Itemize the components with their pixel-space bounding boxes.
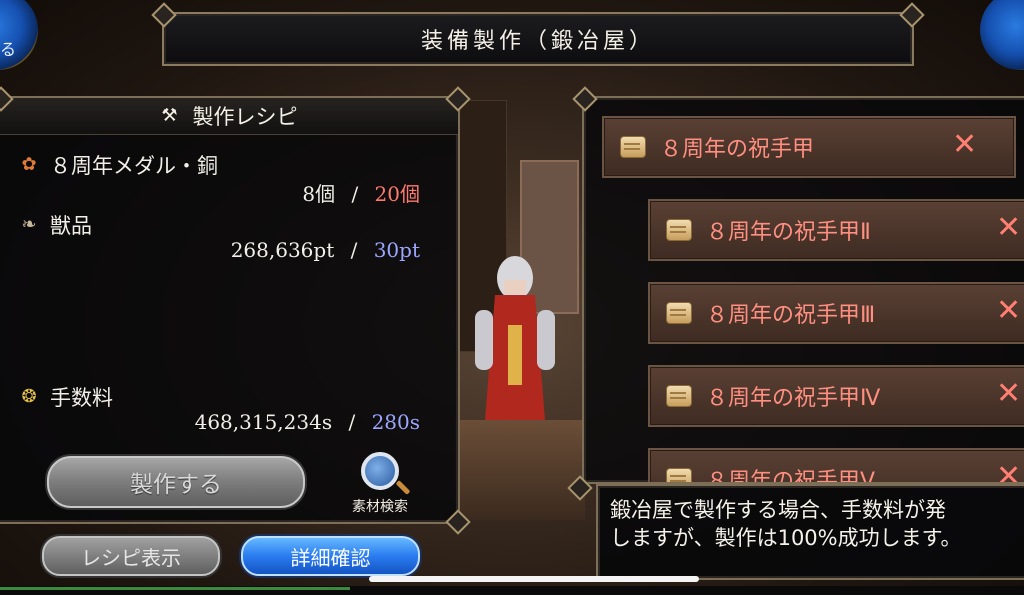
material-search-button[interactable]: 素材検索 bbox=[338, 450, 422, 516]
scroll-icon bbox=[666, 219, 692, 241]
orb-badge-text: る bbox=[0, 40, 17, 59]
list-item-label: ８周年の祝手甲Ⅳ bbox=[706, 386, 881, 411]
material-row-beast: ❧ 獣品 bbox=[18, 210, 92, 240]
feather-icon: ❧ bbox=[21, 214, 37, 235]
list-item-label: ８周年の祝手甲Ⅴ bbox=[706, 469, 876, 484]
npc-character bbox=[475, 256, 555, 420]
top-right-orb-decoration bbox=[980, 0, 1024, 70]
item-list-panel[interactable]: ８周年の祝手甲 ✕ ８周年の祝手甲Ⅱ ✕ ８周年の祝手甲Ⅲ ✕ ８周年の祝手甲Ⅳ… bbox=[582, 96, 1024, 484]
home-indicator[interactable] bbox=[369, 576, 699, 582]
scroll-icon bbox=[666, 302, 692, 324]
close-icon[interactable]: ✕ bbox=[996, 458, 1021, 482]
list-item[interactable]: ８周年の祝手甲Ⅱ ✕ bbox=[648, 199, 1024, 261]
fee-values: 468,315,234s / 280s bbox=[195, 410, 420, 434]
info-message-box: 鍛冶屋で製作する場合、手数料が発 しますが、製作は100%成功します。 bbox=[596, 484, 1024, 580]
anvil-icon: ⚒ bbox=[161, 105, 178, 126]
details-button[interactable]: 詳細確認 bbox=[241, 536, 420, 576]
list-item-label: ８周年の祝手甲Ⅱ bbox=[706, 220, 871, 245]
craft-button-label: 製作する bbox=[130, 472, 222, 498]
scroll-icon bbox=[666, 385, 692, 407]
fee-row: ❂ 手数料 bbox=[18, 382, 113, 412]
page-title: 装備製作（鍛冶屋） bbox=[420, 29, 655, 54]
info-message: 鍛冶屋で製作する場合、手数料が発 しますが、製作は100%成功します。 bbox=[610, 496, 1024, 552]
material-name: ８周年メダル・銅 bbox=[50, 154, 218, 178]
top-left-orb-button[interactable]: る bbox=[0, 0, 38, 70]
background-counter bbox=[455, 420, 585, 520]
list-item[interactable]: ８周年の祝手甲 ✕ bbox=[602, 116, 1016, 178]
list-item[interactable]: ８周年の祝手甲Ⅳ ✕ bbox=[648, 365, 1024, 427]
owned-value: 268,636pt bbox=[230, 238, 335, 262]
close-icon[interactable]: ✕ bbox=[996, 209, 1021, 247]
owned-value: 468,315,234s bbox=[194, 410, 333, 434]
required-value: 20個 bbox=[374, 182, 420, 206]
list-item[interactable]: ８周年の祝手甲Ⅲ ✕ bbox=[648, 282, 1024, 344]
list-item[interactable]: ８周年の祝手甲Ⅴ ✕ bbox=[648, 448, 1024, 484]
info-message-line: 鍛冶屋で製作する場合、手数料が発 bbox=[610, 498, 946, 522]
material-row-medal: ✿ ８周年メダル・銅 bbox=[18, 150, 218, 180]
material-count-medal: 8個 / 20個 bbox=[302, 178, 420, 207]
close-icon[interactable]: ✕ bbox=[996, 292, 1021, 330]
separator: / bbox=[348, 410, 356, 434]
owned-value: 8個 bbox=[302, 182, 336, 206]
recipe-panel-header: ⚒ 製作レシピ bbox=[0, 98, 458, 135]
material-name: 獣品 bbox=[50, 214, 92, 238]
scroll-icon bbox=[666, 468, 692, 482]
recipe-display-button[interactable]: レシピ表示 bbox=[42, 536, 220, 576]
list-item-label: ８周年の祝手甲Ⅲ bbox=[706, 303, 876, 328]
window-title-bar: 装備製作（鍛冶屋） bbox=[162, 12, 914, 66]
craft-button[interactable]: 製作する bbox=[47, 456, 305, 508]
required-value: 30pt bbox=[373, 238, 420, 262]
info-message-line: しますが、製作は100%成功します。 bbox=[610, 526, 962, 550]
recipe-panel-title: 製作レシピ bbox=[192, 105, 298, 129]
list-item-label: ８周年の祝手甲 bbox=[660, 137, 815, 162]
medal-icon: ✿ bbox=[21, 154, 37, 175]
magnifier-icon bbox=[361, 452, 399, 490]
separator: / bbox=[350, 238, 358, 262]
coins-icon: ❂ bbox=[21, 386, 37, 407]
required-value: 280s bbox=[371, 410, 420, 434]
bottom-progress-fill bbox=[0, 587, 350, 590]
close-icon[interactable]: ✕ bbox=[996, 375, 1021, 413]
material-count-beast: 268,636pt / 30pt bbox=[231, 238, 420, 262]
recipe-display-label: レシピ表示 bbox=[81, 545, 181, 570]
material-search-label: 素材検索 bbox=[352, 499, 408, 515]
separator: / bbox=[351, 182, 359, 206]
scroll-icon bbox=[620, 136, 646, 158]
fee-label: 手数料 bbox=[50, 386, 113, 410]
close-icon[interactable]: ✕ bbox=[952, 126, 977, 164]
details-label: 詳細確認 bbox=[290, 545, 371, 570]
